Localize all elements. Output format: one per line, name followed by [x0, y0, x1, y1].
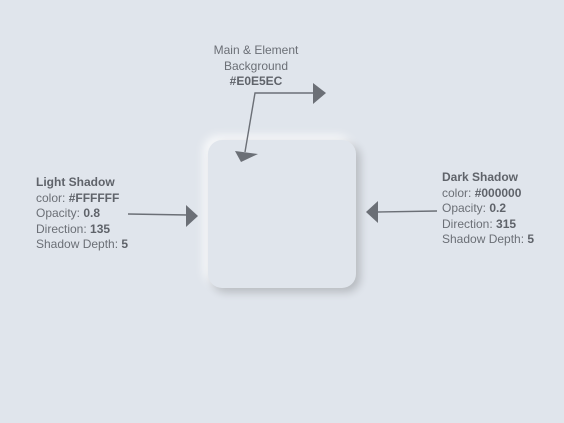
annotation-arrows [127, 83, 438, 227]
dark-shadow-arrow-head [366, 201, 378, 223]
light-shadow-arrow-head [186, 205, 198, 227]
background-arrow-head-right [313, 83, 326, 104]
light-shadow-arrow-line [127, 213, 189, 216]
dark-shadow-arrow-line [376, 210, 438, 213]
background-arrow-line [244, 92, 314, 153]
background-arrow-head-down [235, 151, 258, 162]
